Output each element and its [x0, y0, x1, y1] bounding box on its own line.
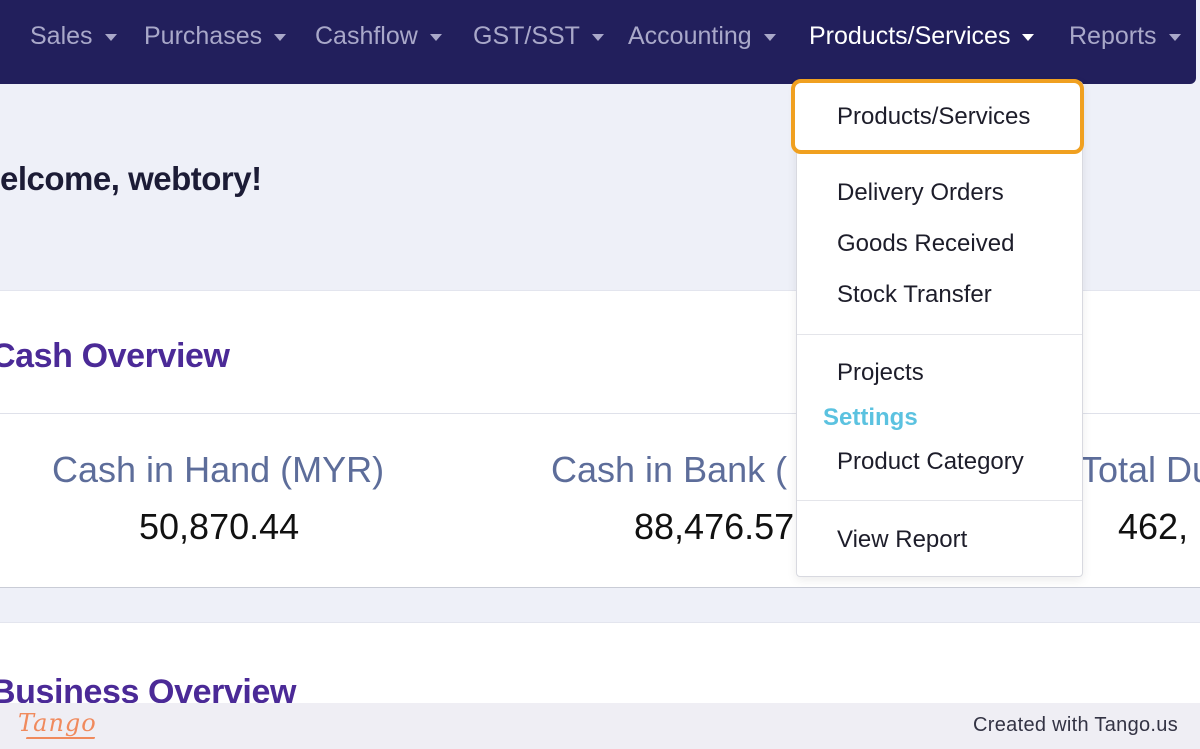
tango-footer: Tango Created with Tango.us — [0, 703, 1200, 749]
top-navbar: Sales Purchases Cashflow GST/SST Account… — [0, 0, 1196, 84]
chevron-down-icon — [274, 34, 287, 41]
cash-in-bank-label: Cash in Bank ( — [551, 449, 788, 490]
total-due-value: 462, — [1118, 506, 1189, 547]
tango-logo: Tango — [18, 709, 97, 737]
nav-purchases[interactable]: Purchases — [144, 18, 287, 54]
menu-divider — [797, 334, 1082, 335]
menu-item-delivery-orders[interactable]: Delivery Orders — [837, 177, 1004, 209]
cash-in-hand-label: Cash in Hand (MYR) — [52, 449, 385, 490]
nav-cashflow[interactable]: Cashflow — [315, 18, 442, 54]
nav-purchases-label: Purchases — [144, 21, 263, 50]
chevron-down-icon — [763, 34, 776, 41]
nav-gst-sst[interactable]: GST/SST — [473, 18, 604, 54]
chevron-down-icon — [591, 34, 604, 41]
menu-item-products-services-label: Products/Services — [837, 102, 1031, 130]
chevron-down-icon — [1168, 34, 1181, 41]
menu-item-stock-transfer[interactable]: Stock Transfer — [837, 279, 992, 311]
cash-overview-title: Cash Overview — [0, 337, 230, 375]
menu-item-view-report[interactable]: View Report — [837, 524, 967, 556]
nav-gst-sst-label: GST/SST — [473, 21, 580, 50]
nav-accounting-label: Accounting — [628, 21, 752, 50]
chevron-down-icon — [104, 34, 117, 41]
nav-reports-label: Reports — [1069, 21, 1157, 50]
cash-in-bank-value: 88,476.57 — [634, 506, 795, 547]
nav-reports[interactable]: Reports — [1069, 18, 1181, 54]
menu-item-product-category[interactable]: Product Category — [837, 446, 1024, 478]
menu-item-goods-received[interactable]: Goods Received — [837, 228, 1014, 260]
nav-accounting[interactable]: Accounting — [628, 18, 776, 54]
chevron-down-icon — [429, 34, 442, 41]
chevron-down-icon — [1022, 34, 1035, 41]
nav-sales-label: Sales — [30, 21, 93, 50]
nav-products-services-label: Products/Services — [809, 21, 1011, 50]
nav-cashflow-label: Cashflow — [315, 21, 418, 50]
nav-sales[interactable]: Sales — [30, 18, 117, 54]
menu-settings-header: Settings — [823, 404, 918, 431]
products-services-dropdown: Delivery Orders Goods Received Stock Tra… — [796, 81, 1083, 577]
total-due-label: Total Du — [1080, 449, 1200, 490]
nav-products-services[interactable]: Products/Services — [809, 18, 1035, 54]
cash-in-hand-value: 50,870.44 — [139, 506, 300, 547]
menu-item-projects[interactable]: Projects — [837, 357, 924, 389]
welcome-heading: elcome, webtory! — [0, 160, 262, 197]
menu-item-products-services[interactable]: Products/Services — [791, 79, 1084, 154]
menu-divider — [797, 500, 1082, 501]
footer-credit: Created with Tango.us — [973, 714, 1178, 736]
